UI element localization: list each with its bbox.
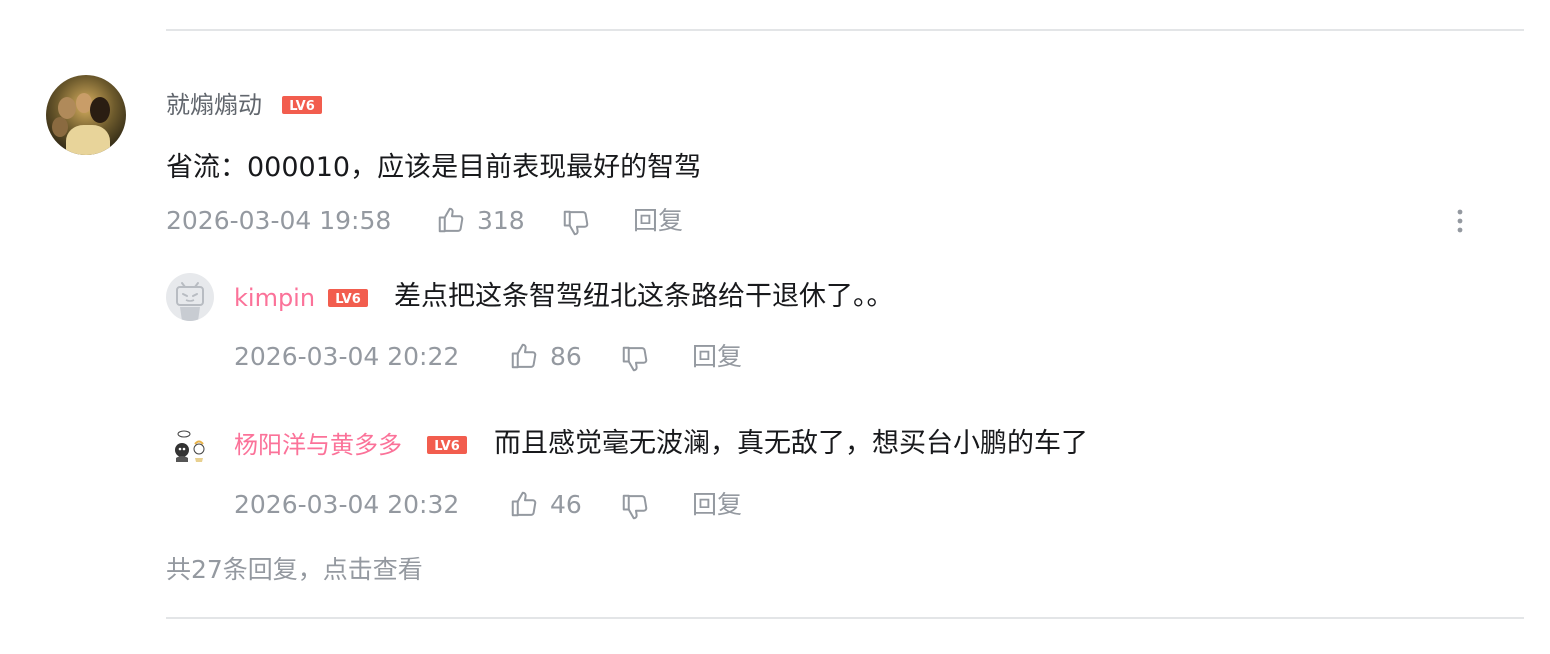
comment-text: 省流：000010，应该是目前表现最好的智驾 bbox=[166, 152, 702, 183]
reply-text: 而且感觉毫无波澜，真无敌了，想买台小鹏的车了 bbox=[494, 428, 1088, 459]
avatar[interactable] bbox=[46, 75, 126, 155]
reply-button[interactable]: 回复 bbox=[633, 206, 683, 236]
like-count: 86 bbox=[550, 342, 582, 371]
like-count: 46 bbox=[550, 490, 582, 519]
level-badge: LV6 bbox=[282, 96, 322, 114]
comment-time: 2026-03-04 19:58 bbox=[166, 206, 392, 235]
dislike-icon[interactable] bbox=[620, 344, 650, 374]
reply-button[interactable]: 回复 bbox=[692, 490, 742, 520]
svg-text:LV6: LV6 bbox=[434, 439, 460, 454]
like-icon[interactable] bbox=[509, 489, 539, 519]
like-icon[interactable] bbox=[509, 341, 539, 371]
reply-button[interactable]: 回复 bbox=[692, 342, 742, 372]
reply-time: 2026-03-04 20:22 bbox=[234, 342, 460, 371]
level-badge: LV6 bbox=[427, 436, 467, 454]
like-icon[interactable] bbox=[436, 205, 466, 235]
more-options-icon[interactable] bbox=[1448, 206, 1472, 236]
dislike-icon[interactable] bbox=[620, 492, 650, 522]
reply-username[interactable]: kimpin bbox=[234, 283, 315, 313]
reply-avatar[interactable] bbox=[166, 273, 214, 321]
dislike-icon[interactable] bbox=[561, 208, 591, 238]
like-count: 318 bbox=[477, 206, 525, 235]
reply-text: 差点把这条智驾纽北这条路给干退休了。。 bbox=[394, 281, 894, 312]
bottom-divider bbox=[166, 617, 1524, 619]
svg-text:LV6: LV6 bbox=[289, 99, 315, 114]
comment-username[interactable]: 就煽煽动 bbox=[166, 90, 262, 120]
top-divider bbox=[166, 29, 1524, 31]
reply-username[interactable]: 杨阳洋与黄多多 bbox=[234, 430, 402, 460]
view-more-replies-link[interactable]: 共27条回复，点击查看 bbox=[166, 555, 423, 585]
level-badge: LV6 bbox=[328, 289, 368, 307]
svg-text:LV6: LV6 bbox=[335, 292, 361, 307]
reply-avatar[interactable] bbox=[166, 420, 214, 468]
reply-time: 2026-03-04 20:32 bbox=[234, 490, 460, 519]
